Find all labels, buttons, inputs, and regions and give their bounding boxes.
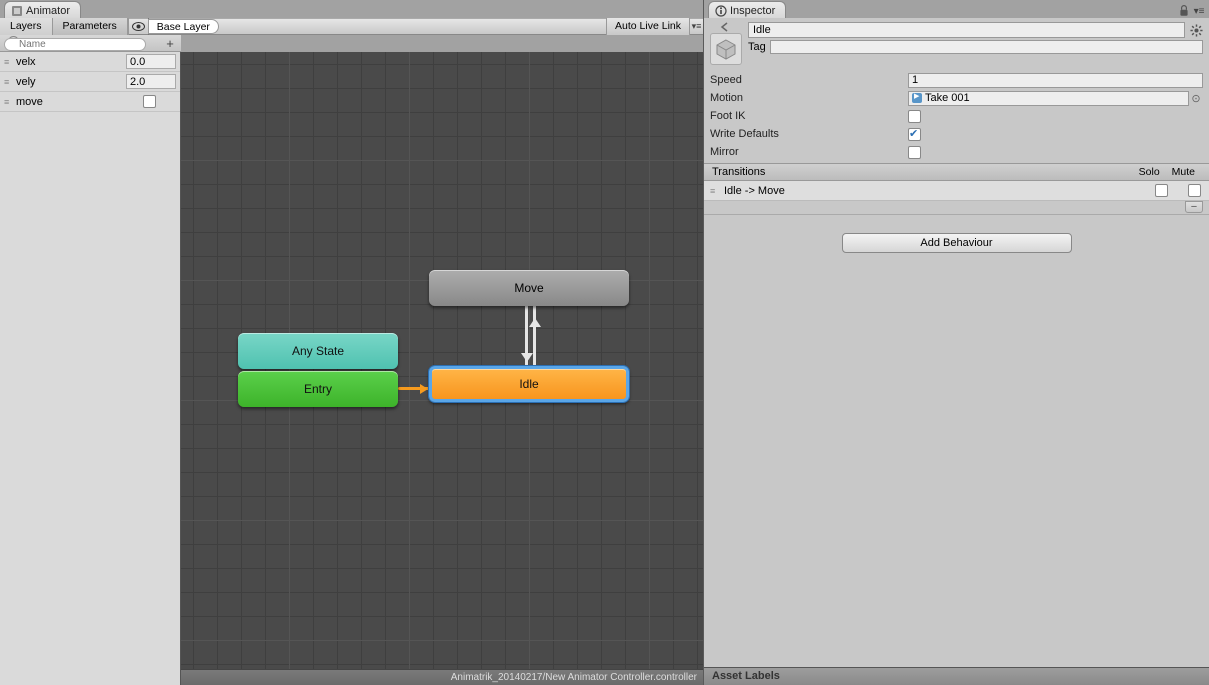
drag-handle-icon[interactable]: ≡ [4,77,14,87]
inspector-tab[interactable]: Inspector [708,1,786,18]
inspector-empty-space [704,253,1209,667]
panel-menu-icon[interactable]: ▾≡ [1193,5,1205,17]
arrow-icon [529,312,541,327]
animator-tab-label: Animator [26,5,70,17]
transition-mute-checkbox[interactable] [1188,184,1201,197]
state-type-icon [710,33,742,65]
graph-footer-path: Animatrik_20140217/New Animator Controll… [181,669,703,685]
parameter-search-input[interactable] [4,38,146,51]
inspector-header: Tag [704,18,1209,69]
animator-icon [11,5,23,17]
layers-tab[interactable]: Layers [0,18,53,35]
param-value-input[interactable] [126,74,176,89]
writedefaults-checkbox[interactable] [908,128,921,141]
param-row[interactable]: ≡ move [0,92,180,112]
drag-handle-icon[interactable]: ≡ [710,186,720,196]
inspector-tab-label: Inspector [730,5,775,17]
speed-field[interactable] [908,73,1203,88]
parameters-panel: ≡ velx ≡ vely ≡ move [0,52,181,685]
parameters-tab[interactable]: Parameters [53,18,128,35]
animator-tab[interactable]: Animator [4,1,81,18]
transitions-header: Transitions Solo Mute [704,163,1209,181]
idle-state-node[interactable]: Idle [429,366,629,402]
param-name: vely [14,76,126,88]
transition-solo-checkbox[interactable] [1155,184,1168,197]
inspector-properties: Speed Motion Take 001 ⊙ Foot IK Write De… [704,69,1209,163]
transition-entry-idle[interactable] [398,387,432,390]
visibility-toggle[interactable] [128,18,148,35]
panel-menu-icon[interactable]: ▾≡ [689,18,703,35]
transitions-title: Transitions [712,166,765,178]
layer-breadcrumb[interactable]: Base Layer [148,19,219,34]
inspector-tab-bar: Inspector ▾≡ [704,0,1209,18]
mute-column-label: Mute [1172,166,1195,178]
transition-label: Idle -> Move [720,185,1145,197]
gear-icon[interactable] [1189,23,1203,37]
back-icon[interactable] [719,22,733,32]
drag-handle-icon[interactable]: ≡ [4,97,14,107]
auto-live-link-button[interactable]: Auto Live Link [606,18,689,35]
tag-label: Tag [748,41,766,53]
object-picker-icon[interactable]: ⊙ [1189,91,1203,106]
asset-labels-header[interactable]: Asset Labels [704,667,1209,685]
remove-transition-button[interactable]: − [1185,201,1203,213]
animator-panel: Animator Layers Parameters Base Layer Au… [0,0,703,685]
motion-clip-icon [912,93,922,103]
footik-label: Foot IK [710,110,908,122]
parameter-search-row: + [0,35,181,52]
inspector-body: Tag Speed Motion Take 001 ⊙ Foot IK [704,18,1209,685]
motion-value: Take 001 [925,92,970,104]
tag-field[interactable] [770,40,1203,54]
animator-toolbar: Layers Parameters Base Layer Auto Live L… [0,18,703,35]
speed-label: Speed [710,74,908,86]
any-state-node[interactable]: Any State [238,333,398,369]
lock-icon[interactable] [1178,5,1190,17]
param-bool-checkbox[interactable] [143,95,156,108]
state-machine-graph[interactable]: Any State Entry Move Idle Animatrik_2014… [181,52,703,685]
add-behaviour-button[interactable]: Add Behaviour [842,233,1072,253]
writedefaults-label: Write Defaults [710,128,908,140]
info-icon [715,5,727,17]
param-name: velx [14,56,126,68]
transitions-section: Transitions Solo Mute ≡ Idle -> Move − [704,163,1209,215]
transition-row[interactable]: ≡ Idle -> Move [704,181,1209,201]
param-name: move [14,96,143,108]
mirror-label: Mirror [710,146,908,158]
footik-checkbox[interactable] [908,110,921,123]
add-parameter-button[interactable]: + [163,36,177,50]
move-state-node[interactable]: Move [429,270,629,306]
transitions-footer: − [704,201,1209,215]
drag-handle-icon[interactable]: ≡ [4,57,14,67]
entry-node[interactable]: Entry [238,371,398,407]
animator-tab-bar: Animator [0,0,703,18]
inspector-panel: Inspector ▾≡ [703,0,1209,685]
mirror-checkbox[interactable] [908,146,921,159]
param-value-input[interactable] [126,54,176,69]
animator-body: ≡ velx ≡ vely ≡ move Any State Ent [0,52,703,685]
state-name-field[interactable] [748,22,1185,38]
param-row[interactable]: ≡ velx [0,52,180,72]
solo-column-label: Solo [1139,166,1160,178]
param-row[interactable]: ≡ vely [0,72,180,92]
motion-label: Motion [710,92,908,104]
motion-object-field[interactable]: Take 001 [908,91,1189,106]
